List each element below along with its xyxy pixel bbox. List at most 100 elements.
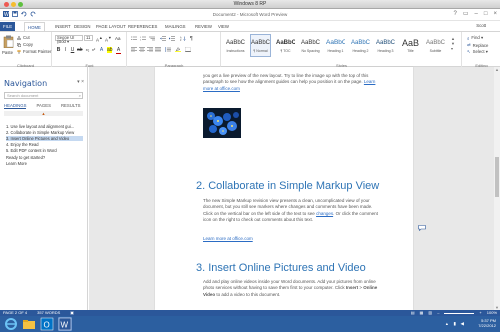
file-explorer-icon[interactable] (22, 317, 36, 331)
show-hidden-icons-icon[interactable]: ▴ (446, 321, 448, 327)
nav-heading-item[interactable]: Learn More (6, 161, 83, 166)
shrink-font-icon[interactable]: A▼ (105, 36, 112, 43)
font-color-icon[interactable]: A (116, 47, 121, 54)
justify-icon[interactable] (155, 47, 161, 52)
heading-collaborate[interactable]: 2. Collaborate in Simple Markup View (196, 180, 379, 192)
word-taskbar-icon[interactable]: W (58, 317, 72, 331)
search-icon[interactable]: ⌕ (79, 93, 81, 98)
subscript-icon[interactable]: x₂ (85, 47, 90, 52)
document-page[interactable]: you get a live preview of the new layout… (155, 67, 413, 310)
cut-button[interactable]: Cut (16, 35, 30, 40)
paste-icon[interactable] (3, 35, 14, 48)
tab-headings[interactable]: HEADINGS (4, 103, 27, 109)
navigation-search-input[interactable]: Search document ⌕ (4, 92, 83, 99)
find-icon: ⌕ (467, 35, 470, 41)
clock-date: 7/22/2012 (478, 323, 496, 328)
maximize-icon[interactable]: □ (484, 11, 488, 17)
superscript-icon[interactable]: x² (91, 47, 96, 52)
change-case-icon[interactable]: Aa (115, 36, 121, 41)
select-button[interactable]: ↖ Select ▾ (467, 49, 488, 55)
user-name[interactable]: Scott (476, 23, 486, 28)
multilevel-list-icon[interactable] (149, 36, 155, 41)
style-subtitle[interactable]: AaBbCcI Subtitle (425, 34, 446, 57)
select-label: Select ▾ (472, 49, 488, 54)
navigation-collapse-arrow-icon[interactable]: ▲ (4, 111, 83, 116)
style-title[interactable]: AaB Title (400, 34, 421, 57)
sort-icon[interactable]: AZ (180, 36, 186, 41)
editing-group: ⌕ Find ▾ ⇄ Replace ↖ Select ▾ Editing (463, 32, 500, 68)
collaborate-link[interactable]: Learn more at office.com (203, 236, 253, 241)
comment-icon[interactable] (418, 225, 426, 231)
style-heading-3[interactable]: AaBbCcD Heading 3 (375, 34, 396, 57)
bold-icon[interactable]: B (56, 47, 61, 53)
style-instructions[interactable]: AaBbCc Instructions (225, 34, 246, 57)
decrease-indent-icon[interactable] (160, 36, 166, 41)
format-painter-button[interactable]: Format Painter (17, 49, 51, 54)
copy-button[interactable]: Copy (17, 42, 33, 47)
flower-photo[interactable] (203, 108, 241, 138)
nav-heading-item[interactable]: 2. Collaborate in Simple Markup View (6, 130, 83, 135)
ribbon-display-icon[interactable]: ▭ (463, 11, 469, 17)
strikethrough-icon[interactable]: ab (77, 47, 83, 53)
tab-file[interactable]: FILE (0, 22, 15, 31)
align-left-icon[interactable] (131, 47, 137, 52)
nav-heading-item[interactable]: 5. Edit PDF content in Word (6, 148, 83, 153)
style-no-spacing[interactable]: AaBbCcI No Spacing (300, 34, 321, 57)
highlight-icon[interactable]: ab (107, 47, 113, 53)
italic-icon[interactable]: I (63, 47, 68, 53)
changes-link[interactable]: changes (316, 211, 333, 216)
nav-heading-item[interactable]: 1. Use live layout and alignment gui... (6, 124, 83, 129)
volume-icon[interactable]: ◀ (461, 321, 464, 327)
increase-indent-icon[interactable] (169, 36, 175, 41)
minimize-icon[interactable]: – (475, 11, 478, 17)
nav-heading-item[interactable]: 4. Enjoy the Read (6, 142, 83, 147)
line-spacing-icon[interactable] (165, 47, 171, 52)
find-button[interactable]: ⌕ Find ▾ (467, 35, 483, 41)
borders-icon[interactable] (185, 47, 191, 52)
tab-home[interactable]: HOME (24, 22, 45, 31)
align-right-icon[interactable] (147, 47, 153, 52)
styles-scroll-icon[interactable]: ▲ ▼ ▾ (451, 36, 455, 51)
vertical-scrollbar[interactable]: ▲ ▼ (494, 67, 500, 310)
tab-mailings[interactable]: MAILINGS (162, 22, 189, 31)
align-center-icon[interactable] (139, 47, 145, 52)
tab-results[interactable]: RESULTS (61, 103, 81, 109)
paste-button[interactable]: Paste (2, 50, 13, 55)
nav-heading-item[interactable]: Ready to get started? (6, 155, 83, 160)
tab-references[interactable]: REFERENCES (125, 22, 160, 31)
outlook-icon[interactable]: O (40, 317, 54, 331)
shading-icon[interactable] (175, 47, 181, 52)
tab-design[interactable]: DESIGN (71, 22, 93, 31)
style-toc[interactable]: AaBbCcI ¶ TOC (275, 34, 296, 57)
internet-explorer-icon[interactable] (4, 317, 18, 331)
font-size-dropdown[interactable]: 11 (84, 35, 93, 41)
tab-view[interactable]: VIEW (215, 22, 232, 31)
text-effects-icon[interactable]: A (99, 47, 104, 53)
tab-review[interactable]: REVIEW (192, 22, 215, 31)
network-icon[interactable]: ▮ (454, 321, 456, 327)
bullets-icon[interactable] (131, 36, 137, 41)
scroll-thumb[interactable] (495, 157, 499, 197)
scroll-up-icon[interactable]: ▲ (494, 67, 500, 72)
style-heading-2[interactable]: AaBbCcI Heading 2 (350, 34, 371, 57)
style-sample: AaBbCcD (376, 40, 396, 46)
help-icon[interactable]: ? (454, 11, 457, 17)
pilcrow-icon[interactable]: ¶ (190, 36, 193, 42)
brush-icon (17, 49, 21, 54)
heading-insert-pictures[interactable]: 3. Insert Online Pictures and Video (196, 262, 366, 274)
nav-heading-item-selected[interactable]: 3. Insert Online Pictures and Video (6, 136, 83, 141)
tab-page-layout[interactable]: PAGE LAYOUT (93, 22, 129, 31)
underline-icon[interactable]: U (70, 47, 75, 53)
clock[interactable]: 5:37 PM 7/22/2012 (478, 318, 496, 328)
window-controls: ? ▭ – □ × (454, 11, 498, 17)
numbering-icon[interactable]: 12 (140, 36, 146, 41)
zoom-slider[interactable] (444, 312, 475, 314)
close-icon[interactable]: × (493, 11, 497, 17)
tab-pages[interactable]: PAGES (36, 103, 51, 109)
grow-font-icon[interactable]: A▲ (96, 36, 103, 43)
style-normal[interactable]: AaBbCcI ¶ Normal (250, 34, 271, 57)
font-name-dropdown[interactable]: Segoe UI (Bod ▾ (55, 35, 83, 44)
style-heading-1[interactable]: AaBbCc Heading 1 (325, 34, 346, 57)
replace-button[interactable]: ⇄ Replace (467, 42, 488, 48)
navigation-close-icon[interactable]: ▾ × (77, 79, 84, 85)
